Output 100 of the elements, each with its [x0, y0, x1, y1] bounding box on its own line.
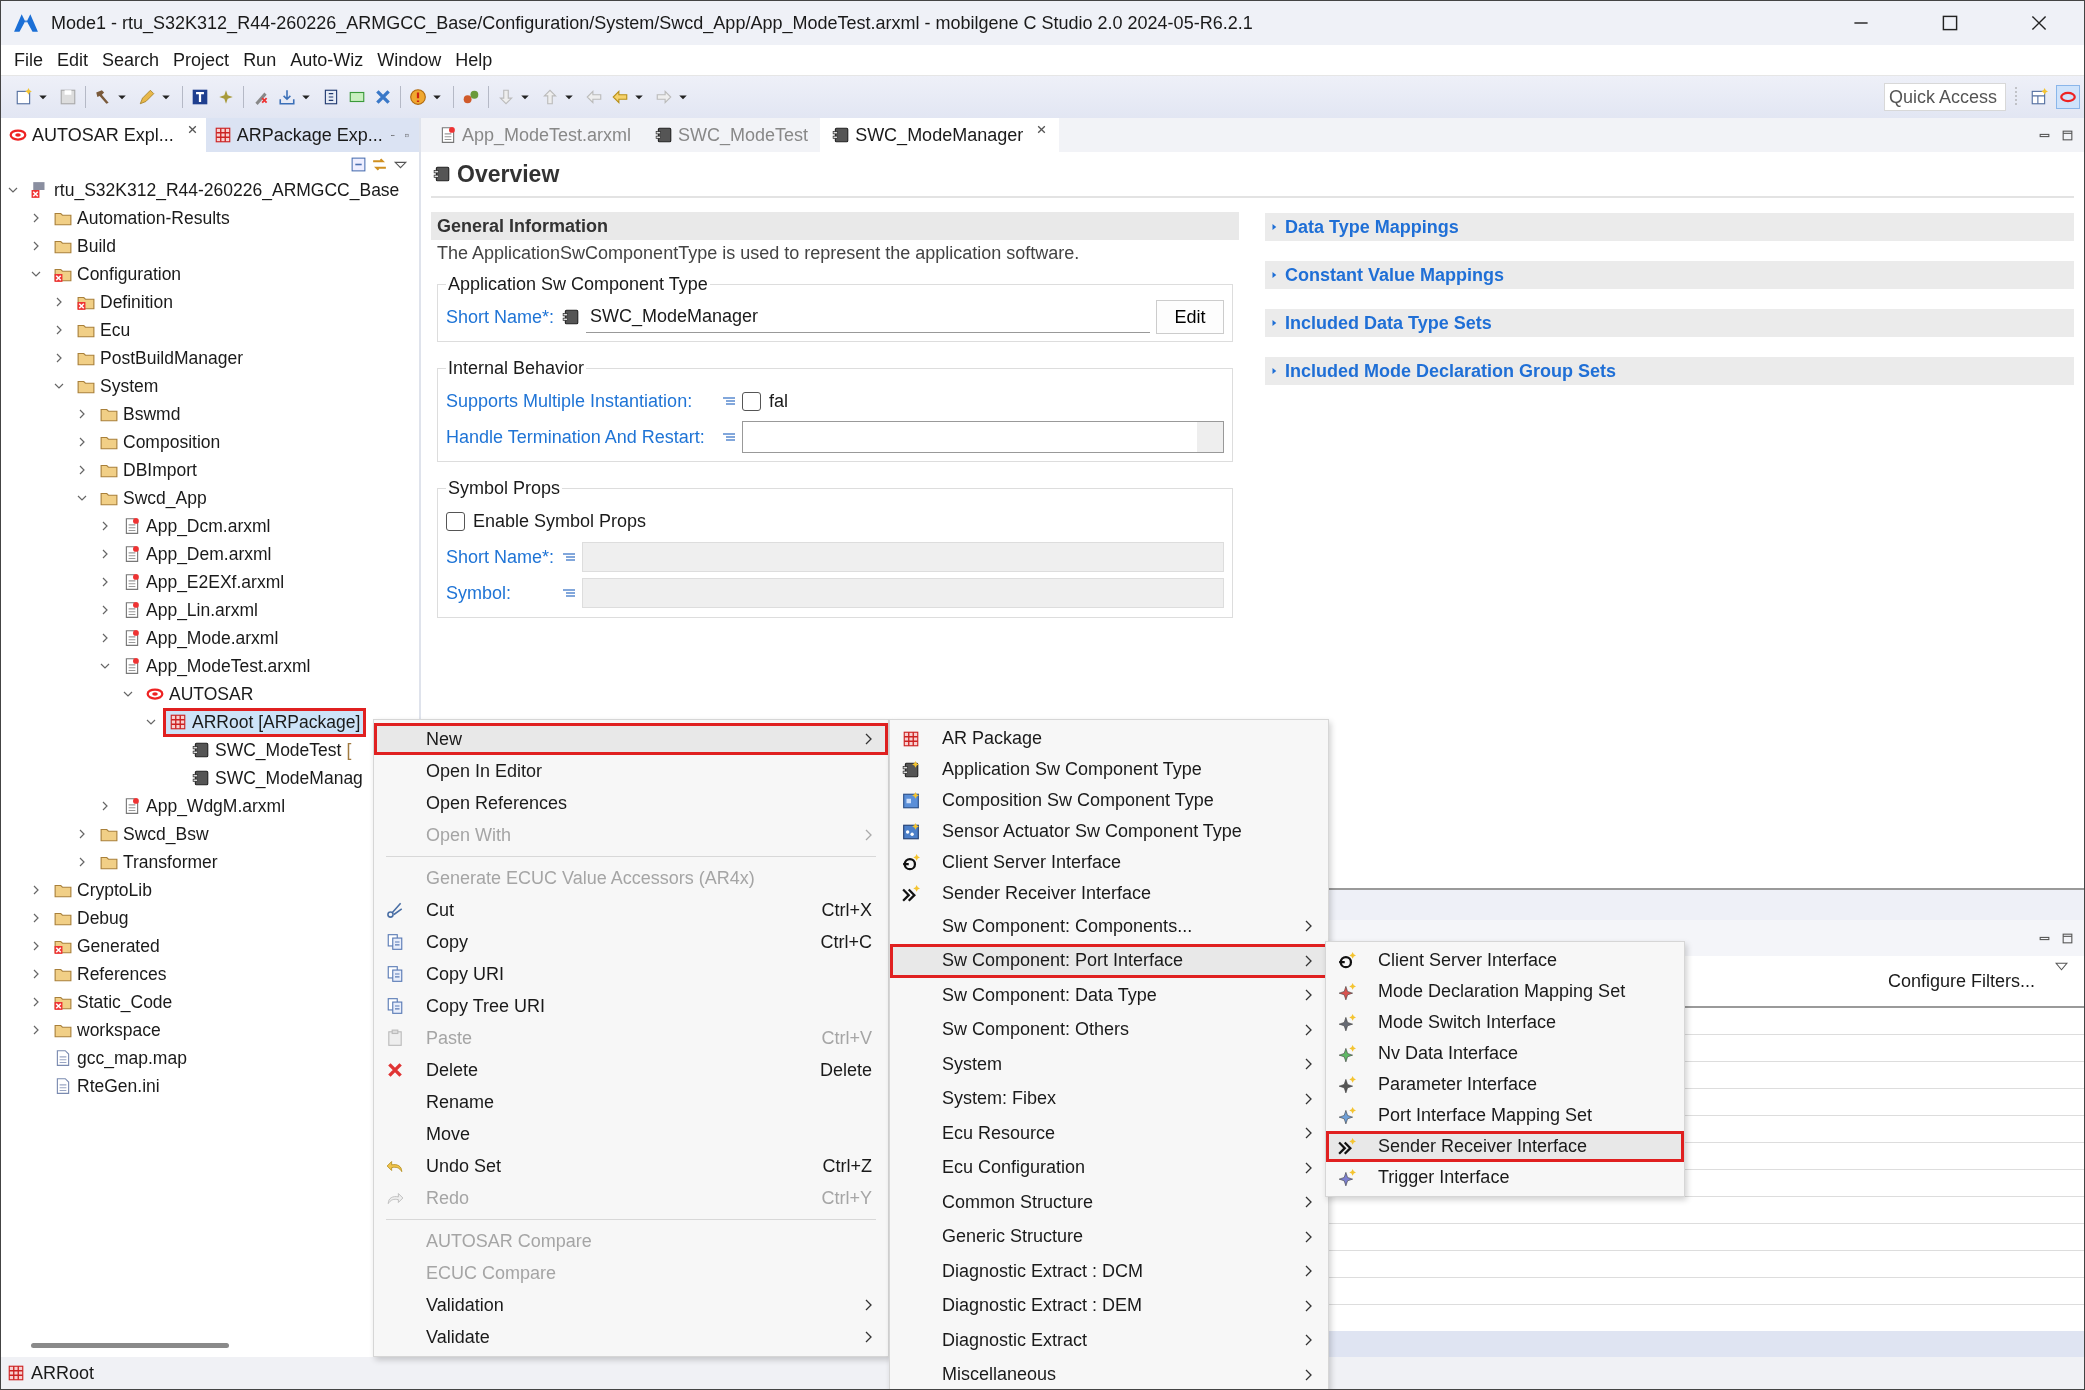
dropdown-field[interactable] — [742, 421, 1224, 453]
menu-bar-item[interactable]: Project — [170, 49, 241, 71]
menu-item[interactable]: Delete Delete — [374, 1054, 888, 1086]
hammer-icon[interactable] — [94, 88, 112, 106]
field-label[interactable]: Short Name*: — [446, 546, 556, 568]
menu-item[interactable]: Diagnostic Extract : DCM — [890, 1254, 1328, 1289]
tree-item[interactable]: Static_Code — [51, 990, 176, 1014]
symbol-field[interactable] — [582, 578, 1224, 608]
menu-item[interactable]: Move — [374, 1118, 888, 1150]
menu-item[interactable]: Ecu Resource — [890, 1116, 1328, 1151]
menu-bar-item[interactable]: File — [11, 49, 54, 71]
tree-item[interactable]: App_ModeTest.arxml — [120, 654, 314, 678]
configure-filters-link[interactable]: Configure Filters... — [1887, 970, 2035, 992]
tree-item[interactable]: App_Dcm.arxml — [120, 514, 274, 538]
tree-item[interactable]: Automation-Results — [51, 206, 233, 230]
field-label[interactable]: Handle Termination And Restart: — [446, 426, 716, 448]
view-tab[interactable]: ARPackage Exp... — [205, 118, 391, 152]
menu-item[interactable]: Common Structure — [890, 1185, 1328, 1220]
tree-item[interactable]: RteGen.ini — [51, 1074, 163, 1098]
tree-item[interactable]: Transformer — [97, 850, 221, 874]
menu-bar-item[interactable]: Search — [99, 49, 171, 71]
menu-bar-item[interactable]: Auto-Wiz — [287, 49, 375, 71]
collapse-all-icon[interactable] — [350, 155, 367, 173]
tree-item[interactable]: Swcd_Bsw — [97, 822, 212, 846]
gears-icon[interactable] — [462, 88, 480, 106]
close-icon[interactable] — [186, 124, 198, 135]
menu-item[interactable]: Parameter Interface — [1326, 1069, 1684, 1100]
menu-item[interactable]: Mode Switch Interface — [1326, 1007, 1684, 1038]
menu-item[interactable]: Cut Ctrl+X — [374, 894, 888, 926]
menu-item[interactable]: Copy URI — [374, 958, 888, 990]
menu-item[interactable]: Sw Component: Components... — [890, 909, 1328, 944]
menu-item[interactable]: Sw Component: Others — [890, 1012, 1328, 1047]
menu-item[interactable]: Client Server Interface — [890, 847, 1328, 878]
dropdown-arrow-icon[interactable] — [2055, 962, 2068, 971]
menu-bar-item[interactable]: Help — [452, 49, 504, 71]
menu-bar-item[interactable]: Window — [374, 49, 453, 71]
tree-item[interactable]: AUTOSAR — [143, 682, 257, 706]
tree-item[interactable]: Bswmd — [97, 402, 184, 426]
tree-item[interactable]: Composition — [97, 430, 224, 454]
menu-item[interactable]: System: Fibex — [890, 1081, 1328, 1116]
menu-item[interactable]: Sender Receiver Interface — [890, 878, 1328, 909]
section-header[interactable]: Included Data Type Sets — [1265, 309, 2074, 337]
import-icon[interactable] — [278, 88, 296, 106]
tree-item[interactable]: System — [74, 374, 162, 398]
menu-item[interactable]: Validate — [374, 1321, 888, 1353]
menu-item[interactable]: Application Sw Component Type — [890, 754, 1328, 785]
ring-icon[interactable] — [2056, 85, 2080, 109]
tree-item[interactable]: App_Mode.arxml — [120, 626, 282, 650]
tree-item[interactable]: Definition — [74, 290, 176, 314]
menu-item[interactable]: Trigger Interface — [1326, 1162, 1684, 1193]
menu-item[interactable]: Port Interface Mapping Set — [1326, 1100, 1684, 1131]
menu-item[interactable]: Composition Sw Component Type — [890, 785, 1328, 816]
menu-item[interactable]: Mode Declaration Mapping Set — [1326, 976, 1684, 1007]
tree-item[interactable]: Swcd_App — [97, 486, 210, 510]
tree-item[interactable]: DBImport — [97, 458, 200, 482]
checkbox[interactable] — [742, 391, 761, 411]
editor-tab[interactable]: SWC_ModeManager — [820, 118, 1060, 152]
menu-item[interactable]: Rename — [374, 1086, 888, 1118]
tree-item[interactable]: App_E2EXf.arxml — [120, 570, 288, 594]
menu-item[interactable]: System — [890, 1047, 1328, 1082]
menu-item[interactable]: Client Server Interface — [1326, 945, 1684, 976]
menu-item[interactable]: AR Package — [890, 723, 1328, 754]
menu-item[interactable]: Validation — [374, 1289, 888, 1321]
tree-item[interactable]: ARRoot [ARPackage] — [166, 710, 364, 734]
tree-item[interactable]: Ecu — [74, 318, 134, 342]
tree-item[interactable]: rtu_S32K312_R44-260226_ARMGCC_Base — [28, 178, 403, 202]
tree-item[interactable]: References — [51, 962, 170, 986]
edit-button[interactable]: Edit — [1156, 300, 1224, 334]
menu-bar-item[interactable]: Edit — [54, 49, 100, 71]
menu-item[interactable]: New — [374, 723, 888, 755]
section-header[interactable]: Data Type Mappings — [1265, 213, 2074, 241]
tree-item[interactable]: workspace — [51, 1018, 164, 1042]
menu-item[interactable]: Generic Structure — [890, 1219, 1328, 1254]
cross-icon[interactable] — [374, 88, 392, 106]
tree-item[interactable]: Generated — [51, 934, 163, 958]
menu-item[interactable]: Ecu Configuration — [890, 1150, 1328, 1185]
checkbox-label[interactable]: Enable Symbol Props — [473, 510, 647, 532]
tree-item[interactable]: gcc_map.map — [51, 1046, 190, 1070]
section-header[interactable]: Constant Value Mappings — [1265, 261, 2074, 289]
tree-item[interactable]: App_Dem.arxml — [120, 542, 275, 566]
warning-icon[interactable] — [409, 88, 427, 106]
tree-item[interactable]: App_Lin.arxml — [120, 598, 261, 622]
menu-item[interactable]: Open In Editor — [374, 755, 888, 787]
menu-item[interactable]: Undo Set Ctrl+Z — [374, 1150, 888, 1182]
menu-item[interactable]: Open References — [374, 787, 888, 819]
menu-item[interactable]: Sender Receiver Interface — [1326, 1131, 1684, 1162]
menu-item[interactable]: Diagnostic Extract : DEM — [890, 1288, 1328, 1323]
tree-item[interactable]: SWC_ModeTest [ — [189, 738, 355, 762]
tree-item[interactable]: Configuration — [51, 262, 185, 286]
short-name-field[interactable] — [582, 542, 1224, 572]
menu-bar-item[interactable]: Run — [240, 49, 288, 71]
scrollbar-thumb[interactable] — [31, 1342, 229, 1348]
tree-item[interactable]: Build — [51, 234, 119, 258]
tree-item[interactable]: CryptoLib — [51, 878, 155, 902]
view-tab[interactable]: AUTOSAR Expl... — [1, 118, 206, 152]
text-box-icon[interactable] — [191, 88, 209, 106]
menu-item[interactable]: Sensor Actuator Sw Component Type — [890, 816, 1328, 847]
new-file-icon[interactable] — [15, 88, 33, 106]
quick-access-field[interactable]: Quick Access — [1884, 83, 2006, 111]
perspective-icon[interactable] — [2030, 88, 2048, 106]
